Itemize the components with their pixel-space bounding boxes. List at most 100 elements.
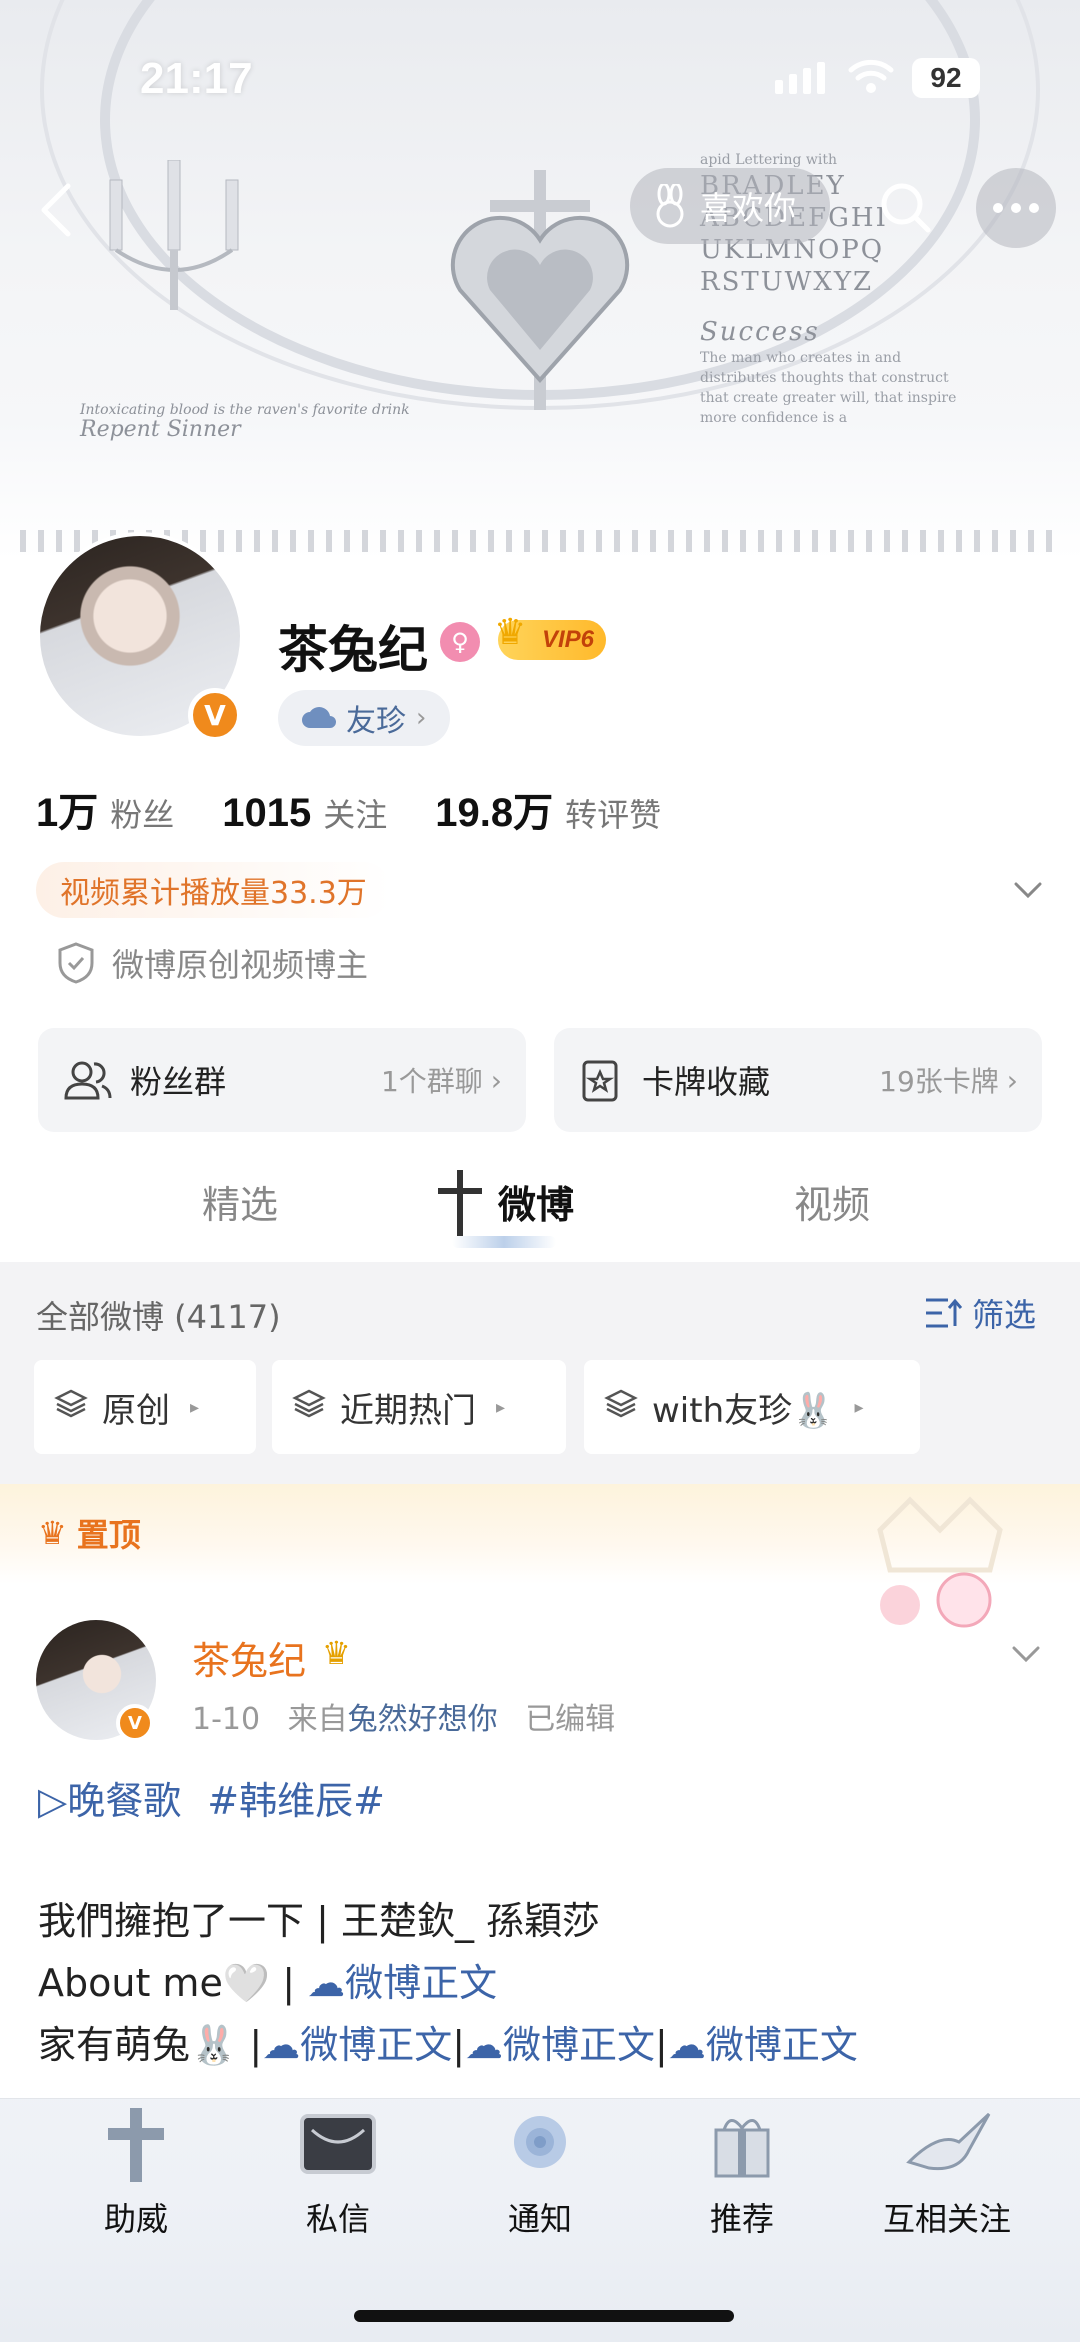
chevron-right-icon: › [416,703,427,733]
post-line-1: 我們擁抱了一下 | 王楚欽_ 孫穎莎 [38,1899,601,1943]
wifi-icon [848,59,894,93]
lettering-success-text: The man who creates in and distributes t… [700,350,957,426]
dock-item-mutual-follow[interactable]: 互相关注 [862,2102,1032,2252]
certification[interactable]: 微博原创视频博主 [56,940,368,986]
all-weibo-count: 全部微博 (4117) [36,1298,281,1336]
member-crown-icon: ♛ [322,1634,351,1672]
post-line-3-text: 家有萌兔🐰 | [38,2023,263,2067]
dock-item-notifications[interactable]: 通知 [460,2102,620,2252]
song-link[interactable]: ▷晚餐歌 [38,1770,181,1825]
female-gender-icon: ♀ [440,622,480,662]
post-line-2: About me🤍 | ☁微博正文 [38,1952,1048,2014]
chevron-right-icon: ▸ [854,1396,864,1418]
status-bar: 21:17 92 [0,0,1080,150]
dock-item-messages[interactable]: 私信 [258,2102,418,2252]
candelabra-decoration [109,160,239,310]
lettering-row-3: RSTUWXYZ [700,267,874,297]
rabbit-icon [656,184,684,228]
cover-script: Intoxicating blood is the raven's favori… [80,400,410,442]
filter-chip-original[interactable]: 原创 ▸ [34,1360,256,1454]
profile-name: 茶兔纪 [278,621,428,679]
post-line-2-text: About me🤍 | [38,1961,308,2005]
stat-followers[interactable]: 1万 粉丝 [36,780,174,838]
fans-group-sub: 1个群聊 › [381,1060,502,1100]
video-play-count[interactable]: 视频累计播放量33.3万 [36,862,391,918]
cover-script-line-2: Repent Sinner [80,417,241,442]
rose-icon [514,2116,566,2168]
filter-label: 筛选 [972,1296,1037,1334]
chevron-right-icon: ▸ [496,1396,506,1418]
dock-label: 互相关注 [882,2200,1011,2238]
more-options-button[interactable] [976,168,1056,248]
active-tab-indicator [452,1236,556,1248]
crown-icon: ♛ [494,612,527,653]
like-you-label: 喜欢你 [700,189,797,227]
filter-chip-hot[interactable]: 近期热门 ▸ [272,1360,566,1454]
dock-label: 通知 [507,2200,572,2238]
chevron-right-icon: ▸ [190,1396,200,1418]
weibo-text-link[interactable]: ☁微博正文 [307,1961,497,2005]
chevron-down-icon[interactable] [1008,1636,1044,1672]
stat-label: 粉丝 [110,796,175,834]
hashtag-link[interactable]: #韩维辰# [207,1770,385,1825]
search-icon[interactable] [870,172,940,242]
fans-group-card[interactable]: 粉丝群 1个群聊 › [38,1028,526,1132]
layers-icon [54,1387,88,1427]
tab-video[interactable]: 视频 [794,1174,870,1229]
fans-group-title: 粉丝群 [130,1063,227,1101]
post-author[interactable]: 茶兔纪 [192,1630,306,1685]
crown-cake-decoration [877,1496,1003,1628]
pinned-text: 置顶 [76,1516,141,1554]
dock-item-recommend[interactable]: 推荐 [662,2102,822,2252]
status-time: 21:17 [140,54,253,103]
dove-icon [906,2112,991,2171]
post-date: 1-10 [192,1702,261,1737]
profile-stats: 1万 粉丝 1015 关注 19.8万 转评赞 [36,780,709,838]
card-collection-card[interactable]: 卡牌收藏 19张卡牌 › [554,1028,1042,1132]
friend-chip[interactable]: 友珍 › [278,690,451,746]
weibo-text-link[interactable]: ☁微博正文 [465,2023,655,2067]
separator: | [452,2023,466,2067]
cloud-icon [302,707,336,728]
chevron-down-icon[interactable] [1010,872,1046,908]
stat-number: 1万 [36,791,99,835]
dock-label: 私信 [305,2200,370,2238]
tab-weibo[interactable]: 微博 [498,1174,574,1229]
dock-item-cheer[interactable]: 助威 [56,2102,216,2252]
like-you-button[interactable]: 喜欢你 [630,168,830,244]
message-icon [300,2114,376,2174]
filter-button[interactable]: 筛选 [924,1290,1036,1336]
stat-following[interactable]: 1015 关注 [222,790,387,836]
pinned-label: ♛ 置顶 [38,1510,141,1556]
tab-featured[interactable]: 精选 [202,1174,278,1229]
post-edited: 已编辑 [525,1702,616,1737]
link-label: 微博正文 [503,2023,656,2067]
verified-badge: V [116,1704,154,1742]
post-from: 来自 [287,1702,348,1737]
chevron-right-icon: › [1006,1063,1018,1097]
verified-badge: V [188,688,242,742]
post-line-3: 家有萌兔🐰 |☁微博正文|☁微博正文|☁微博正文 [38,2014,1048,2076]
weibo-text-link[interactable]: ☁微博正文 [668,2023,858,2067]
back-arrow-icon[interactable] [30,180,90,240]
home-indicator[interactable] [354,2310,734,2322]
dock-label: 推荐 [709,2200,774,2238]
filter-icon [926,1298,962,1328]
cellular-signal-icon [775,62,825,94]
card-star-icon [582,1060,618,1102]
weibo-text-link[interactable]: ☁微博正文 [262,2023,452,2067]
friend-name: 友珍 [346,704,406,739]
heart-cross-decoration [450,170,630,410]
battery-indicator: 92 [912,58,980,98]
post-source[interactable]: 兔然好想你 [348,1702,498,1737]
shield-icon [58,942,94,984]
layers-icon [292,1387,326,1427]
filter-chip-with-friend[interactable]: with友珍🐰 ▸ [584,1360,920,1454]
crown-icon: ♛ [38,1514,67,1552]
card-collection-count: 19张卡牌 [879,1065,999,1098]
cross-icon [108,2108,164,2182]
chevron-right-icon: › [490,1063,502,1097]
cross-icon [438,1170,482,1236]
stat-interactions[interactable]: 19.8万 转评赞 [435,780,661,838]
stat-number: 19.8万 [435,791,554,835]
